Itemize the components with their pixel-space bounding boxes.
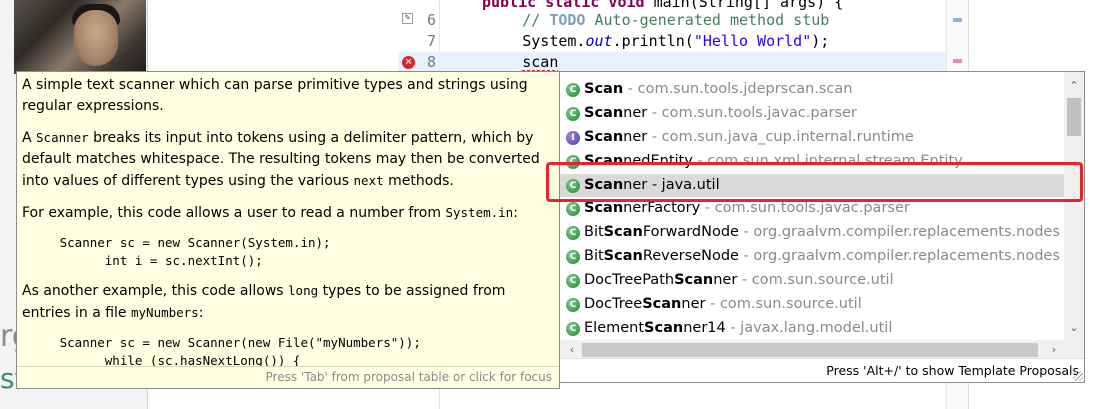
class-icon: C (566, 202, 580, 217)
resize-grip-icon[interactable] (1073, 371, 1083, 381)
proposal-item[interactable]: C BitScanReverseNode - org.graalvm.compil… (560, 245, 1064, 269)
scroll-left-icon[interactable]: ‹ (562, 340, 582, 360)
proposal-name-prefix: DocTreePath (584, 272, 675, 289)
proposal-package: - com.sun.tools.javac.parser (647, 104, 857, 121)
proposal-name-suffix: ReverseNode (642, 248, 739, 265)
code-text[interactable]: // TODO Auto-generated method stub (450, 10, 829, 31)
inline-code: myNumbers (131, 305, 199, 320)
proposal-name-prefix: Bit (584, 224, 604, 241)
proposal-match: Scan (584, 81, 624, 97)
proposal-name-suffix: nerFactory (623, 200, 701, 217)
scrollbar-thumb[interactable] (1067, 98, 1081, 136)
proposal-item[interactable]: C DocTreeScanner - com.sun.source.util (560, 293, 1064, 317)
text-span: : (198, 305, 204, 321)
scrollbar-thumb[interactable] (582, 343, 1038, 357)
horizontal-scrollbar[interactable]: ‹ › (560, 340, 1064, 360)
scroll-right-icon[interactable]: › (1044, 340, 1064, 360)
code-text[interactable]: System.out.println("Hello World"); (450, 31, 829, 52)
proposal-match: Scan (584, 104, 624, 121)
error-icon[interactable]: × (402, 56, 415, 69)
proposal-item[interactable]: I Scanner - com.sun.java_cup.internal.run… (560, 126, 1064, 150)
class-icon: C (566, 250, 580, 265)
proposals-footer-hint[interactable]: Press 'Alt+/' to show Template Proposals (560, 358, 1084, 382)
proposal-match: Scan (644, 319, 684, 336)
proposal-item[interactable]: C Scan - com.sun.tools.jdeprscan.scan (560, 78, 1064, 102)
javadoc-paragraph: As another example, this code allows lon… (22, 280, 554, 324)
proposal-name-suffix: ner (681, 296, 706, 313)
proposal-package: - com.sun.source.util (705, 296, 862, 313)
line-number: 6 (426, 11, 436, 29)
ruler-error-marker[interactable] (953, 59, 962, 63)
text-span: As another example, this code allows (22, 283, 289, 299)
javadoc-content: A simple text scanner which can parse pr… (17, 72, 559, 366)
inline-code: Scanner (36, 130, 89, 145)
proposal-package: - com.sun.tools.javac.parser (700, 200, 910, 217)
proposal-match: Scan (584, 200, 624, 217)
profile-photo (14, 0, 146, 74)
javadoc-paragraph: A simple text scanner which can parse pr… (22, 77, 528, 114)
proposal-name-suffix: ner (623, 104, 648, 121)
scrollbar-corner (1064, 340, 1084, 360)
proposal-package: - org.graalvm.compiler.replacements.node… (738, 224, 1060, 241)
interface-icon: I (566, 130, 580, 145)
proposal-name-prefix: DocTree (584, 296, 643, 313)
proposal-item[interactable]: C ElementScanner14 - javax.lang.model.uti… (560, 317, 1064, 341)
javadoc-tooltip[interactable]: A simple text scanner which can parse pr… (16, 71, 560, 389)
proposal-match: Scan (584, 128, 624, 145)
code-sample: Scanner sc = new Scanner(System.in); int… (59, 235, 331, 268)
text-span: breaks its input into tokens using a del… (22, 130, 540, 189)
proposal-name-suffix: ner (713, 272, 738, 289)
proposal-match: Scan (603, 248, 643, 265)
inline-code: next (353, 173, 384, 188)
proposal-name-suffix: ForwardNode (642, 224, 739, 241)
task-marker-icon[interactable]: ✎ (402, 13, 413, 24)
vertical-scrollbar[interactable]: ⌃ ⌄ (1064, 72, 1084, 340)
proposal-item[interactable]: C DocTreePathScanner - com.sun.source.uti… (560, 269, 1064, 293)
text-span: A (22, 130, 37, 146)
scroll-up-icon[interactable]: ⌃ (1064, 76, 1084, 96)
proposal-list[interactable]: C Scan - com.sun.tools.jdeprscan.scan C Sca… (560, 78, 1064, 341)
code-line[interactable]: 8 scan × (398, 52, 968, 73)
text-span: methods. (383, 173, 454, 189)
photo-face (74, 10, 118, 66)
inline-code: System.in (445, 205, 514, 220)
line-number: 8 (426, 53, 436, 71)
text-span: For example, this code allows a user to … (22, 205, 446, 221)
proposal-name-prefix: Element (584, 319, 645, 336)
ruler-marker[interactable] (953, 18, 962, 22)
highlight-annotation (546, 162, 1083, 202)
proposal-match: Scan (603, 224, 643, 241)
class-icon: C (566, 226, 580, 241)
proposal-item[interactable]: C BitScanForwardNode - org.graalvm.compil… (560, 221, 1064, 245)
scroll-down-icon[interactable]: ⌄ (1064, 318, 1084, 338)
code-line[interactable]: 6 // TODO Auto-generated method stub ✎ (398, 10, 968, 31)
javadoc-footer-hint: Press 'Tab' from proposal table or click… (17, 366, 559, 388)
content-assist-popup[interactable]: C Scan - com.sun.tools.jdeprscan.scan C Sca… (559, 71, 1085, 383)
code-sample: Scanner sc = new Scanner(new File("myNum… (59, 335, 421, 366)
proposal-package: - com.sun.tools.jdeprscan.scan (623, 81, 853, 97)
proposal-name-suffix: ner14 (683, 319, 726, 336)
proposal-package: - javax.lang.model.util (725, 319, 893, 336)
proposal-package: - com.sun.java_cup.internal.runtime (647, 128, 914, 145)
line-number: 7 (426, 32, 436, 50)
class-icon: C (566, 298, 580, 313)
javadoc-paragraph: For example, this code allows a user to … (22, 202, 554, 224)
proposal-name-suffix: ner (623, 128, 648, 145)
class-icon: C (566, 106, 580, 121)
text-span: : (513, 205, 518, 221)
proposal-package: - org.graalvm.compiler.replacements.node… (738, 248, 1060, 265)
proposal-package: - com.sun.source.util (737, 272, 894, 289)
class-icon: C (566, 274, 580, 289)
proposal-match: Scan (674, 272, 714, 289)
proposal-name-prefix: Bit (584, 248, 604, 265)
proposal-match: Scan (642, 296, 682, 313)
code-line[interactable]: 7 System.out.println("Hello World"); (398, 31, 968, 52)
proposal-item[interactable]: C Scanner - com.sun.tools.javac.parser (560, 102, 1064, 126)
class-icon: C (566, 83, 580, 97)
inline-code: long (288, 283, 319, 298)
javadoc-paragraph: A Scanner breaks its input into tokens u… (22, 127, 554, 192)
class-icon: C (566, 321, 580, 336)
